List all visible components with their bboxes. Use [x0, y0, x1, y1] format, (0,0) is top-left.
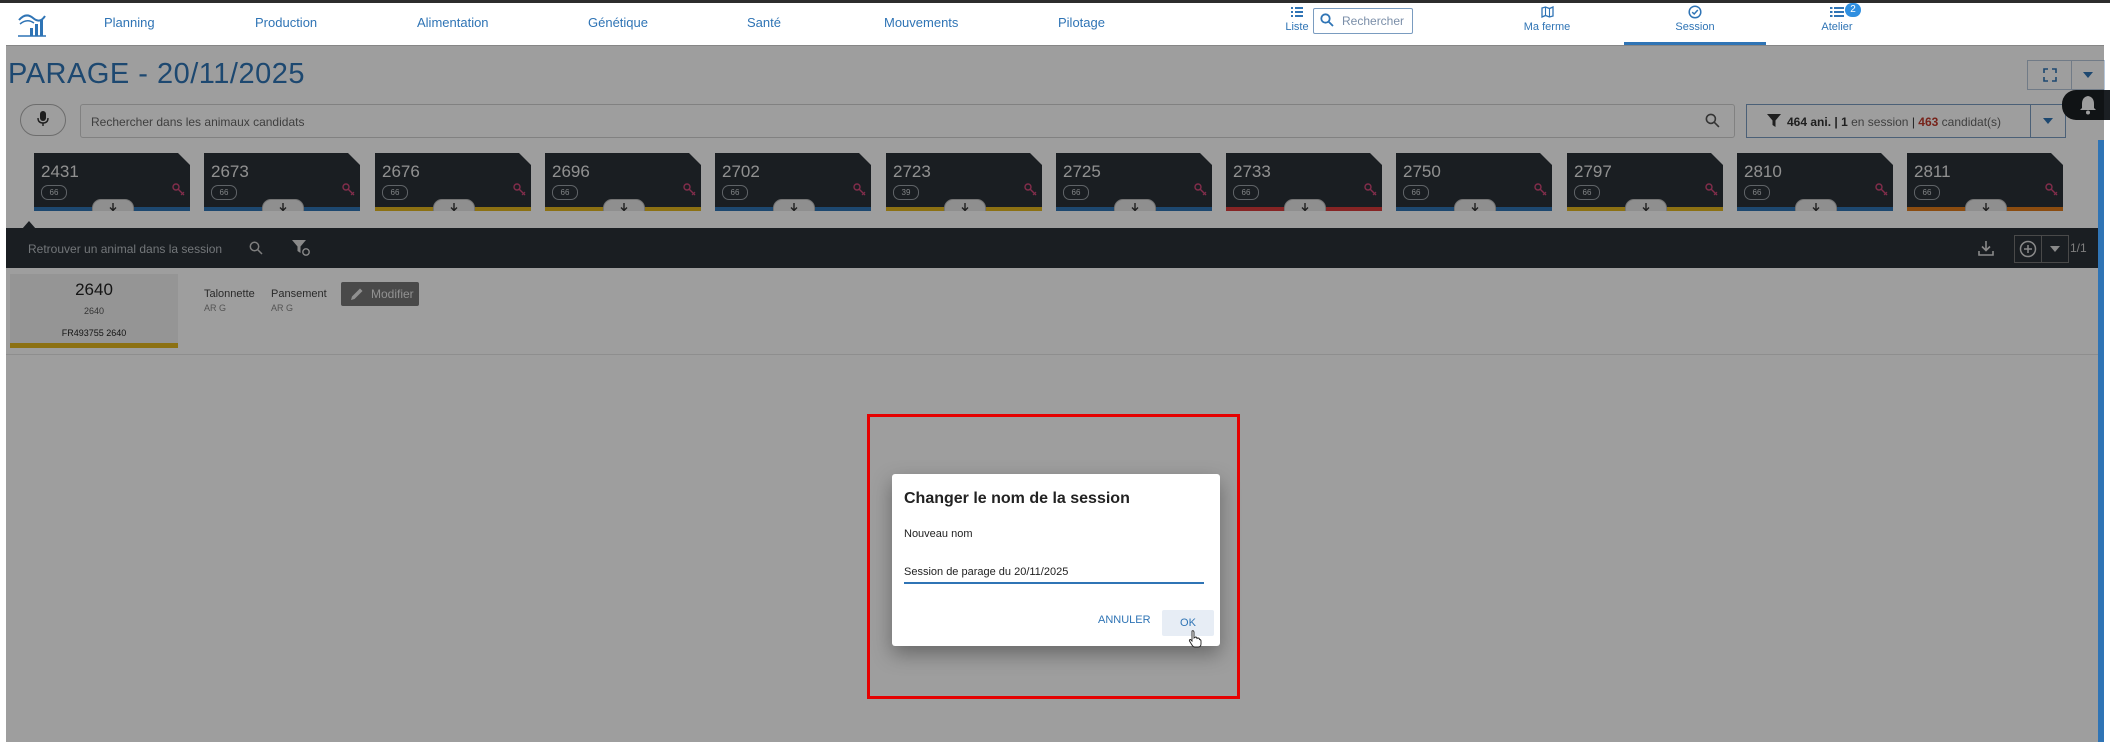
nav-session[interactable]: Session — [1670, 5, 1720, 33]
pointer-cursor-icon — [1188, 630, 1202, 648]
new-name-label: Nouveau nom — [904, 528, 973, 540]
nav-search-input[interactable] — [1340, 11, 1412, 31]
nav-production[interactable]: Production — [255, 15, 317, 30]
dialog-title: Changer le nom de la session — [904, 490, 1130, 507]
nav-ma-ferme[interactable]: Ma ferme — [1522, 5, 1572, 33]
search-icon — [1320, 13, 1334, 27]
atelier-count-badge: 2 — [1845, 3, 1861, 17]
nav-pilotage[interactable]: Pilotage — [1058, 15, 1105, 30]
nav-liste[interactable]: Liste — [1285, 5, 1309, 33]
nav-genetique[interactable]: Génétique — [588, 15, 648, 30]
nav-ma-ferme-label: Ma ferme — [1523, 21, 1571, 33]
logo-icon[interactable] — [16, 10, 48, 38]
cancel-button[interactable]: ANNULER — [1098, 614, 1151, 626]
nav-mouvements[interactable]: Mouvements — [884, 15, 958, 30]
session-check-icon — [1670, 5, 1720, 21]
nav-atelier-label: Atelier — [1821, 21, 1853, 33]
nav-liste-label: Liste — [1285, 21, 1309, 33]
list-icon — [1285, 5, 1309, 21]
nav-planning[interactable]: Planning — [104, 15, 155, 30]
top-nav — [6, 3, 2104, 46]
rename-session-dialog: Changer le nom de la session Nouveau nom… — [892, 474, 1220, 646]
session-name-input[interactable] — [904, 562, 1204, 584]
map-icon — [1522, 5, 1572, 21]
nav-session-label: Session — [1675, 21, 1715, 33]
app-window: Planning Production Alimentation Génétiq… — [0, 0, 2110, 742]
scrollbar[interactable] — [2098, 140, 2104, 742]
nav-sante[interactable]: Santé — [747, 15, 781, 30]
nav-alimentation[interactable]: Alimentation — [417, 15, 489, 30]
nav-search-box[interactable] — [1313, 8, 1413, 34]
